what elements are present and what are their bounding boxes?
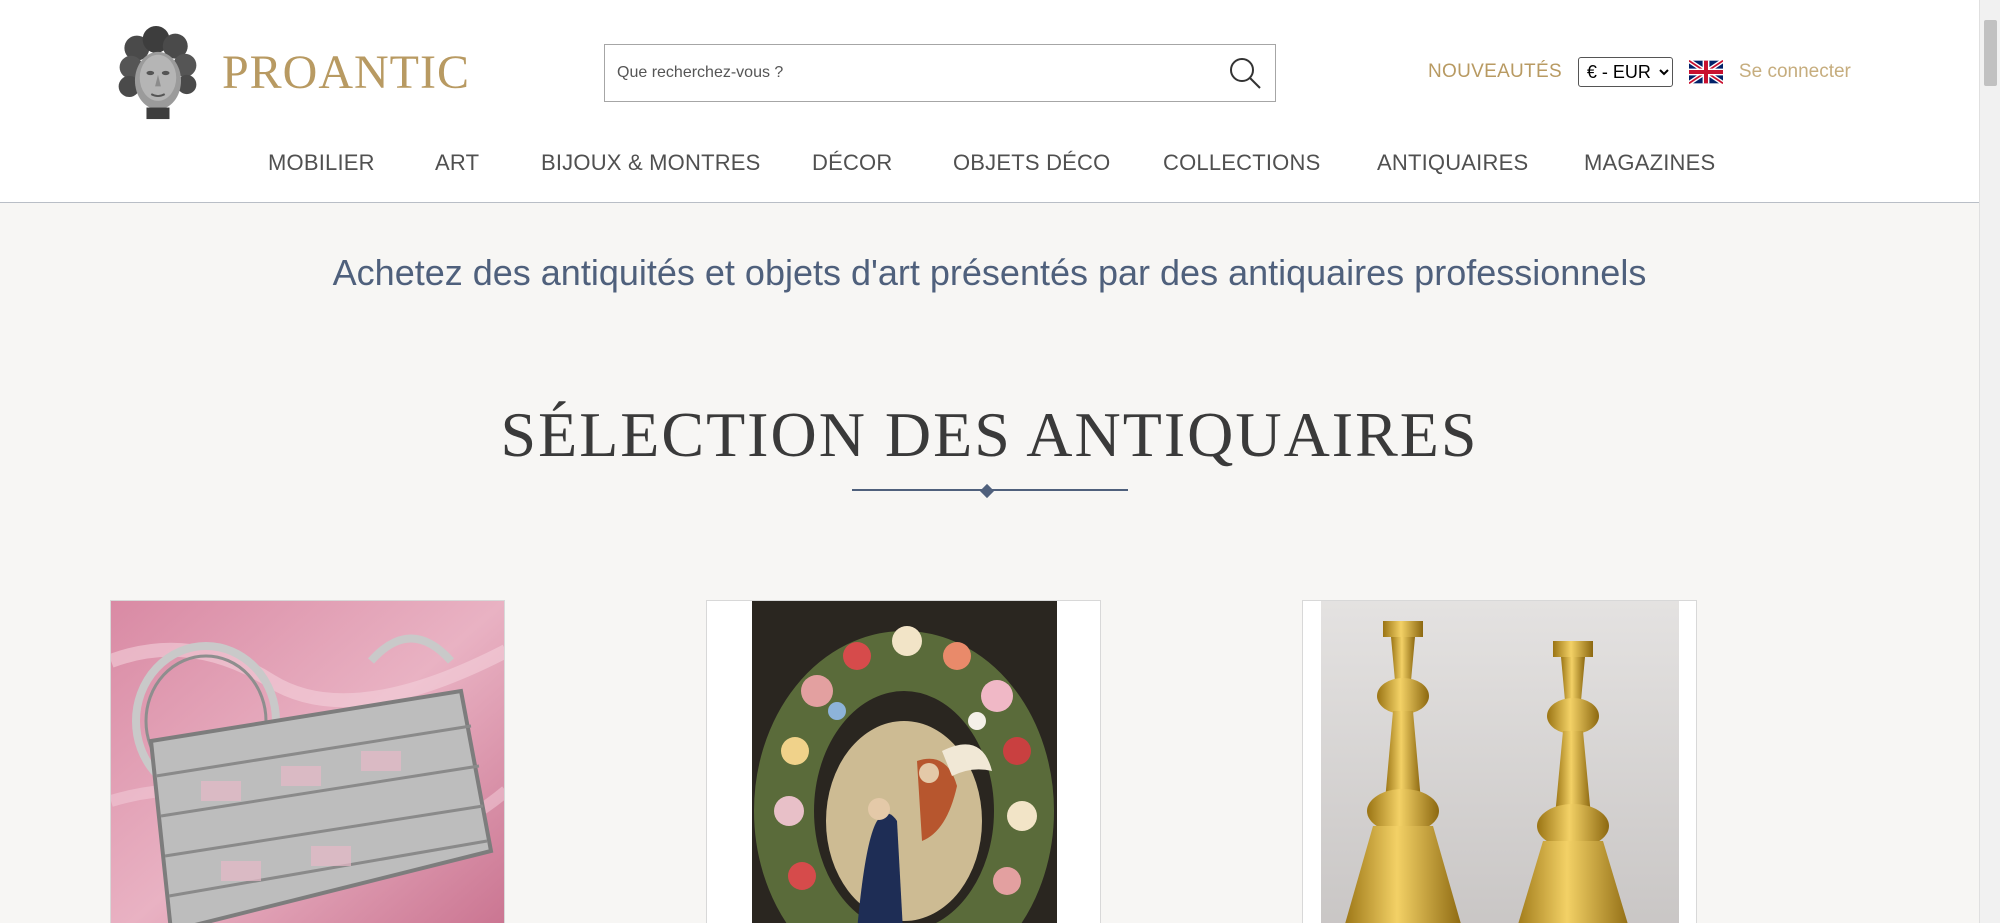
search-button[interactable]	[1225, 53, 1265, 93]
product-card-gilt-candlesticks[interactable]	[1302, 600, 1697, 923]
site-tagline: Achetez des antiquités et objets d'art p…	[332, 252, 1647, 293]
page-viewport: PROANTIC NOUVEAUTÉS € - EUR	[0, 0, 1979, 923]
nav-item-bijoux-montres[interactable]: BIJOUX & MONTRES	[541, 150, 761, 176]
logo-text: PROANTIC	[221, 46, 470, 99]
floral-painting-image	[707, 601, 1100, 923]
nouveautes-link[interactable]: NOUVEAUTÉS	[1428, 61, 1562, 83]
section-title: SÉLECTION DES ANTIQUAIRES	[500, 399, 1479, 470]
scrollbar-thumb[interactable]	[1984, 20, 1997, 86]
search-input[interactable]	[605, 45, 1205, 101]
nav-item-antiquaires[interactable]: ANTIQUAIRES	[1377, 150, 1528, 176]
product-card-floral-painting[interactable]	[706, 600, 1101, 923]
nav-item-decor[interactable]: DÉCOR	[812, 150, 892, 176]
main-nav: MOBILIER ART BIJOUX & MONTRES DÉCOR OBJE…	[0, 142, 1979, 186]
login-link[interactable]: Se connecter	[1739, 61, 1851, 83]
nav-item-mobilier[interactable]: MOBILIER	[268, 150, 375, 176]
nav-item-collections[interactable]: COLLECTIONS	[1163, 150, 1320, 176]
search-icon	[1230, 58, 1261, 89]
header-actions: NOUVEAUTÉS € - EUR Se connecter	[1428, 52, 1851, 92]
vertical-scrollbar[interactable]	[1979, 0, 2000, 923]
gilt-candlesticks-image	[1303, 601, 1696, 923]
nav-item-magazines[interactable]: MAGAZINES	[1584, 150, 1715, 176]
site-header: PROANTIC NOUVEAUTÉS € - EUR	[0, 0, 1979, 203]
nav-item-art[interactable]: ART	[435, 150, 479, 176]
uk-flag-icon[interactable]	[1688, 60, 1723, 84]
nav-item-objets-deco[interactable]: OBJETS DÉCO	[953, 150, 1110, 176]
search-box	[604, 44, 1276, 102]
product-card-silver-basket[interactable]	[110, 600, 505, 923]
sculpture-head-logo-icon	[118, 25, 197, 119]
currency-select[interactable]: € - EUR	[1577, 57, 1673, 87]
silver-basket-image	[111, 601, 504, 923]
site-logo[interactable]: PROANTIC	[110, 20, 470, 125]
title-divider-ornament	[979, 483, 995, 499]
